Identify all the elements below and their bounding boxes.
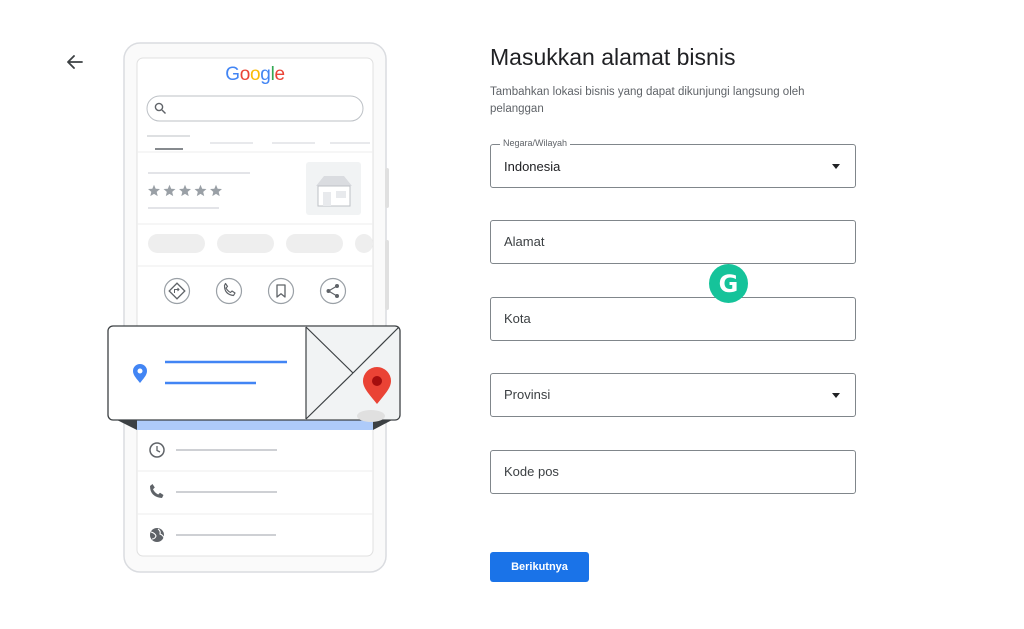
business-profile-illustration: Google xyxy=(0,0,420,629)
dropdown-arrow-icon xyxy=(832,393,840,398)
country-value: Indonesia xyxy=(504,159,561,174)
country-select[interactable]: Negara/Wilayah Indonesia xyxy=(490,138,856,188)
country-label: Negara/Wilayah xyxy=(500,138,571,148)
directions-icon xyxy=(163,277,191,305)
address-field[interactable]: Alamat xyxy=(490,220,856,264)
page-title: Masukkan alamat bisnis xyxy=(490,44,736,70)
dropdown-arrow-icon xyxy=(832,164,840,169)
bookmark-icon xyxy=(267,277,295,305)
postal-code-placeholder: Kode pos xyxy=(504,464,559,479)
next-button[interactable]: Berikutnya xyxy=(490,552,589,582)
google-logo: Google xyxy=(225,64,285,85)
address-card xyxy=(107,325,401,422)
grammarly-icon[interactable]: G xyxy=(709,264,748,303)
address-placeholder: Alamat xyxy=(504,234,545,249)
search-bar xyxy=(146,95,364,122)
globe-icon xyxy=(150,528,165,542)
city-field[interactable]: Kota xyxy=(490,297,856,341)
city-placeholder: Kota xyxy=(504,311,531,326)
province-select[interactable]: Provinsi xyxy=(490,373,856,417)
phone-icon xyxy=(215,277,243,305)
province-placeholder: Provinsi xyxy=(504,387,551,402)
storefront-thumbnail xyxy=(306,162,361,215)
page-subtitle: Tambahkan lokasi bisnis yang dapat dikun… xyxy=(490,86,805,115)
postal-code-field[interactable]: Kode pos xyxy=(490,450,856,494)
share-icon xyxy=(319,277,347,305)
